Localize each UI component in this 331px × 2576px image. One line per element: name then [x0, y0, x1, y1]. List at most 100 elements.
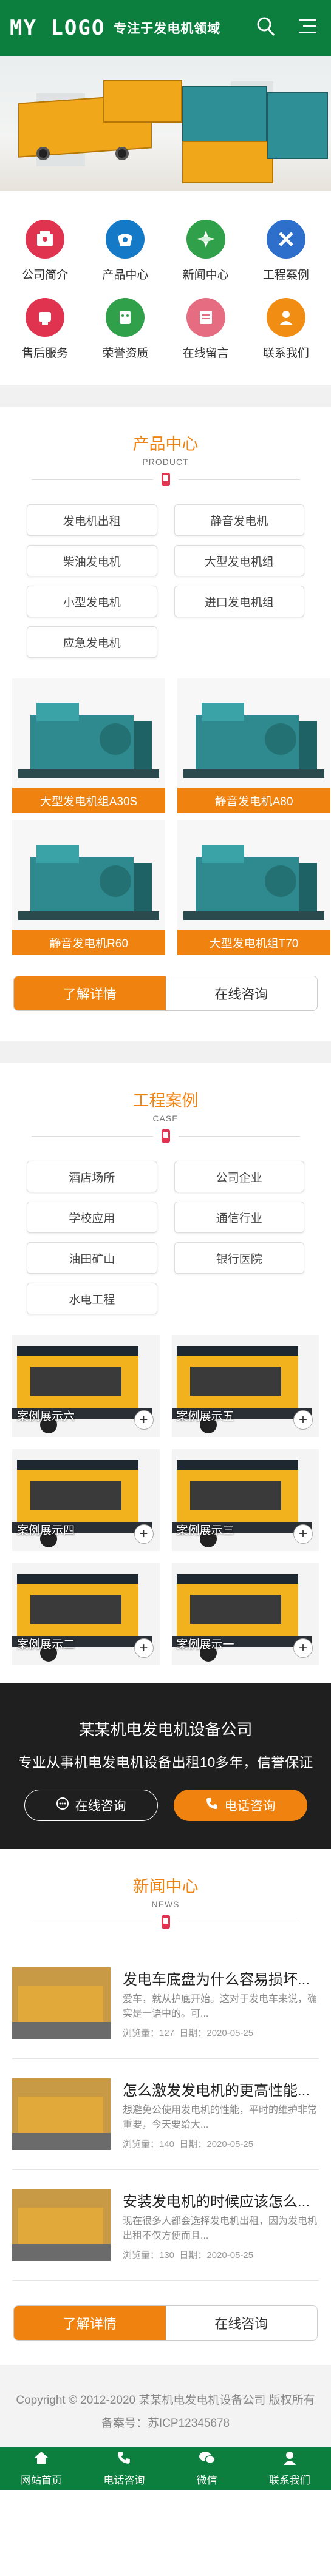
- news-views: 浏览量：140: [123, 2139, 175, 2149]
- plus-icon[interactable]: +: [134, 1410, 154, 1430]
- hero-banner[interactable]: [0, 56, 331, 191]
- category-button[interactable]: 学校应用: [27, 1202, 157, 1233]
- category-button[interactable]: 小型发电机: [27, 586, 157, 617]
- category-button[interactable]: 水电工程: [27, 1283, 157, 1314]
- section-subtitle: NEWS: [151, 1899, 180, 1909]
- promo-phone-button[interactable]: 电话咨询: [173, 1790, 307, 1821]
- news-section-title: 新闻中心 NEWS: [0, 1849, 331, 1930]
- plus-icon[interactable]: +: [293, 1524, 313, 1544]
- case-label: 案例展示三: [176, 1524, 234, 1537]
- case-section-title: 工程案例 CASE: [0, 1063, 331, 1144]
- product-card[interactable]: 静音发电机A80: [177, 678, 330, 813]
- product-image: [12, 820, 165, 930]
- search-icon[interactable]: [257, 17, 275, 36]
- top-header: MY LOGO 专注于发电机领域: [0, 0, 331, 56]
- news-title[interactable]: 发电车底盘为什么容易损坏...: [123, 1967, 319, 1989]
- plus-icon[interactable]: +: [293, 1410, 313, 1430]
- case-card[interactable]: 案例展示四 +: [12, 1449, 160, 1551]
- nav-item-products[interactable]: 产品中心: [85, 220, 165, 282]
- section-divider: [0, 385, 331, 407]
- category-button[interactable]: 进口发电机组: [174, 586, 304, 617]
- category-button[interactable]: 银行医院: [174, 1242, 304, 1274]
- news-date: 日期：2020-05-25: [179, 2028, 254, 2038]
- nav-label: 联系我们: [262, 347, 309, 360]
- product-caption: 大型发电机组A30S: [12, 788, 165, 813]
- icon-nav: 公司简介 产品中心 新闻中心 工程案例 售后服务 荣誉资质 在线留言 联系我们: [0, 191, 331, 367]
- promo-title: 某某机电发电机设备公司: [78, 1720, 253, 1739]
- news-title[interactable]: 安装发电机的时候应该怎么...: [123, 2189, 319, 2211]
- category-button[interactable]: 大型发电机组: [174, 545, 304, 576]
- category-button[interactable]: 发电机出租: [27, 504, 157, 536]
- nav-label: 公司简介: [22, 269, 69, 282]
- category-button[interactable]: 油田矿山: [27, 1242, 157, 1274]
- wechat-icon: [199, 2450, 216, 2472]
- bottom-nav-wechat[interactable]: 微信: [166, 2447, 248, 2490]
- news-thumbnail: [12, 1967, 111, 2039]
- plus-icon[interactable]: +: [134, 1524, 154, 1544]
- company-icon: [26, 220, 65, 259]
- case-card[interactable]: 案例展示三 +: [171, 1449, 319, 1551]
- promo-consult-button[interactable]: 在线咨询: [24, 1790, 158, 1821]
- nav-item-cases[interactable]: 工程案例: [246, 220, 326, 282]
- product-grid: 大型发电机组A30S 静音发电机A80 静音发电机R60 大型发电机组T70: [0, 658, 331, 955]
- promo-phone-label: 电话咨询: [224, 1799, 276, 1813]
- category-button[interactable]: 柴油发电机: [27, 545, 157, 576]
- company-promo: 某某机电发电机设备公司 专业从事机电发电机设备出租10多年，信誉保证 在线咨询 …: [0, 1683, 331, 1849]
- case-label: 案例展示四: [17, 1524, 75, 1537]
- phone-icon: [205, 1797, 219, 1814]
- section-title: 产品中心: [132, 435, 199, 453]
- bottom-nav-contact[interactable]: 联系我们: [248, 2447, 331, 2490]
- product-caption: 静音发电机A80: [177, 788, 330, 813]
- more-details-button[interactable]: 了解详情: [14, 976, 166, 1010]
- news-actions: 了解详情 在线咨询: [13, 2305, 318, 2341]
- online-consult-button[interactable]: 在线咨询: [165, 976, 317, 1010]
- site-logo[interactable]: MY LOGO: [10, 16, 105, 40]
- bottom-nav-phone[interactable]: 电话咨询: [83, 2447, 165, 2490]
- category-button[interactable]: 应急发电机: [27, 626, 157, 658]
- news-thumbnail: [12, 2078, 111, 2150]
- news-summary: 爱车，就从护底开始。这对于发电车来说，确实是一语中的。可...: [123, 1994, 318, 2019]
- case-card[interactable]: 案例展示六 +: [12, 1335, 160, 1437]
- news-title[interactable]: 怎么激发发电机的更高性能...: [123, 2078, 319, 2100]
- bottom-nav-label: 联系我们: [268, 2475, 310, 2486]
- news-date: 日期：2020-05-25: [179, 2139, 254, 2149]
- case-card[interactable]: 案例展示一 +: [171, 1563, 319, 1665]
- news-item[interactable]: 发电车底盘为什么容易损坏... 爱车，就从护底开始。这对于发电车来说，确实是一语…: [12, 1948, 319, 2059]
- news-summary: 现在很多人都会选择发电机出租，因为发电机出租不仅方便而且...: [123, 2216, 318, 2241]
- nav-label: 售后服务: [22, 347, 69, 360]
- nav-item-company[interactable]: 公司简介: [5, 220, 85, 282]
- news-views: 浏览量：127: [123, 2028, 175, 2038]
- product-card[interactable]: 静音发电机R60: [12, 820, 165, 955]
- nav-item-honor[interactable]: 荣誉资质: [85, 298, 165, 360]
- category-button[interactable]: 酒店场所: [27, 1161, 157, 1192]
- section-divider: [0, 1041, 331, 1063]
- honor-icon: [106, 298, 145, 337]
- bottom-nav-home[interactable]: 网站首页: [0, 2447, 83, 2490]
- case-card[interactable]: 案例展示五 +: [171, 1335, 319, 1437]
- nav-label: 工程案例: [262, 269, 309, 282]
- product-card[interactable]: 大型发电机组T70: [177, 820, 330, 955]
- nav-item-message[interactable]: 在线留言: [166, 298, 246, 360]
- plus-icon[interactable]: +: [293, 1638, 313, 1658]
- nav-item-news[interactable]: 新闻中心: [166, 220, 246, 282]
- icp-text[interactable]: 备案号：苏ICP12345678: [0, 2412, 331, 2435]
- category-button[interactable]: 公司企业: [174, 1161, 304, 1192]
- menu-icon[interactable]: [298, 17, 318, 36]
- user-icon: [282, 2450, 297, 2472]
- nav-item-service[interactable]: 售后服务: [5, 298, 85, 360]
- product-card[interactable]: 大型发电机组A30S: [12, 678, 165, 813]
- nav-item-contact[interactable]: 联系我们: [246, 298, 326, 360]
- bottom-nav-bar: 网站首页 电话咨询 微信 联系我们: [0, 2447, 331, 2490]
- plus-icon[interactable]: +: [134, 1638, 154, 1658]
- product-image: [12, 678, 165, 788]
- phone-device-icon: [159, 472, 172, 487]
- section-title: 新闻中心: [132, 1878, 199, 1896]
- news-item[interactable]: 安装发电机的时候应该怎么... 现在很多人都会选择发电机出租，因为发电机出租不仅…: [12, 2170, 319, 2281]
- more-details-button[interactable]: 了解详情: [14, 2306, 166, 2340]
- online-consult-button[interactable]: 在线咨询: [165, 2306, 317, 2340]
- category-button[interactable]: 通信行业: [174, 1202, 304, 1233]
- case-card[interactable]: 案例展示二 +: [12, 1563, 160, 1665]
- news-item[interactable]: 怎么激发发电机的更高性能... 想避免公使用发电机的性能，平时的维护非常重要，今…: [12, 2059, 319, 2170]
- category-button[interactable]: 静音发电机: [174, 504, 304, 536]
- nav-label: 新闻中心: [182, 269, 229, 282]
